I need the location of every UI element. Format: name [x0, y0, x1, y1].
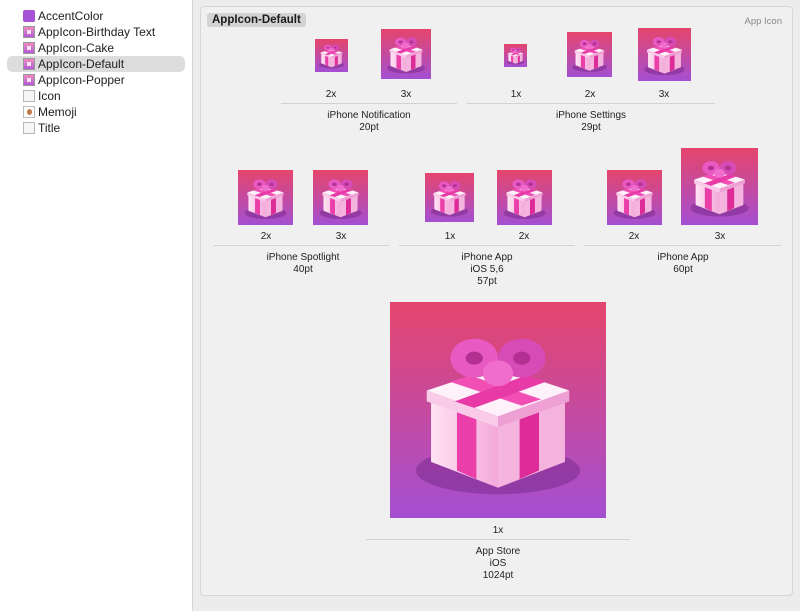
group-divider	[467, 103, 715, 104]
asset-editor: AppIcon-Default App Icon 2x 3x iPhone No…	[194, 0, 800, 611]
sidebar-item-label: AppIcon-Popper	[38, 73, 125, 87]
group-label-iphone-notification: iPhone Notification 20pt	[327, 110, 411, 133]
scale-label: 1x	[510, 89, 522, 100]
sidebar-item-label: Memoji	[38, 105, 77, 119]
sidebar-item-appicon-default[interactable]: AppIcon-Default	[7, 56, 185, 72]
app-icon-well-settings-2x[interactable]	[567, 32, 612, 77]
color-swatch-icon	[23, 10, 35, 22]
sidebar-item-label: AppIcon-Birthday Text	[38, 25, 156, 39]
set-title-badge: AppIcon-Default	[207, 13, 306, 27]
sidebar-item-appicon-cake[interactable]: AppIcon-Cake	[7, 40, 185, 56]
scale-label: 2x	[628, 231, 640, 242]
app-icon-well-notification-2x[interactable]	[315, 39, 348, 72]
app-icon-well-spotlight-2x[interactable]	[238, 170, 293, 225]
group-divider	[281, 103, 457, 104]
app-icon-well-spotlight-3x[interactable]	[313, 170, 368, 225]
app-icon-well-settings-1x[interactable]	[504, 44, 527, 67]
scale-label: 3x	[714, 231, 726, 242]
sidebar-item-memoji[interactable]: Memoji	[7, 104, 185, 120]
scale-label: 2x	[260, 231, 272, 242]
group-label-iphone-spotlight: iPhone Spotlight 40pt	[266, 252, 340, 275]
group-label-app-store: App Store iOS 1024pt	[475, 546, 521, 581]
group-label-iphone-settings: iPhone Settings 29pt	[555, 110, 627, 133]
gift-box-icon	[390, 302, 606, 518]
scale-label: 2x	[518, 231, 530, 242]
sidebar-item-title[interactable]: Title	[7, 120, 185, 136]
scale-label: 2x	[325, 89, 337, 100]
app-icon-set-icon	[23, 74, 35, 86]
gift-box-icon	[638, 28, 691, 81]
asset-catalog-sidebar: AccentColor AppIcon-Birthday Text AppIco…	[0, 0, 193, 611]
app-icon-well-notification-3x[interactable]	[381, 29, 431, 79]
gift-box-icon	[497, 170, 552, 225]
app-icon-well-app-2x[interactable]	[607, 170, 662, 225]
app-icon-set-panel: AppIcon-Default App Icon 2x 3x iPhone No…	[200, 6, 793, 596]
gift-box-icon	[238, 170, 293, 225]
sidebar-item-label: AppIcon-Default	[38, 57, 125, 71]
sidebar-item-appicon-popper[interactable]: AppIcon-Popper	[7, 72, 185, 88]
sidebar-item-label: AppIcon-Cake	[38, 41, 115, 55]
scale-label: 2x	[584, 89, 596, 100]
group-divider	[399, 245, 575, 246]
app-icon-set-icon	[23, 42, 35, 54]
scale-label: 1x	[444, 231, 456, 242]
gift-box-icon	[315, 39, 348, 72]
app-icon-well-app-store-1x[interactable]	[390, 302, 606, 518]
sidebar-item-icon[interactable]: Icon	[7, 88, 185, 104]
gift-box-icon	[681, 148, 758, 225]
gift-box-icon	[567, 32, 612, 77]
group-divider	[214, 245, 389, 246]
sidebar-item-accentcolor[interactable]: AccentColor	[7, 8, 185, 24]
image-set-icon	[23, 90, 35, 102]
sidebar-item-label: Icon	[38, 89, 61, 103]
gift-box-icon	[381, 29, 431, 79]
app-icon-set-icon	[23, 26, 35, 38]
gift-box-icon	[425, 173, 474, 222]
app-icon-well-app-ios56-1x[interactable]	[425, 173, 474, 222]
app-icon-set-icon	[23, 58, 35, 70]
app-icon-well-settings-3x[interactable]	[638, 28, 691, 81]
group-label-iphone-app: iPhone App 60pt	[657, 252, 709, 275]
gift-box-icon	[313, 170, 368, 225]
group-divider	[366, 539, 630, 540]
image-set-icon	[23, 122, 35, 134]
gift-box-icon	[504, 44, 527, 67]
scale-label: 1x	[492, 525, 504, 536]
scale-label: 3x	[658, 89, 670, 100]
app-icon-well-app-ios56-2x[interactable]	[497, 170, 552, 225]
gift-box-icon	[607, 170, 662, 225]
app-icon-well-app-3x[interactable]	[681, 148, 758, 225]
sidebar-item-label: Title	[38, 121, 61, 135]
group-label-iphone-app-ios56: iPhone App iOS 5,6 57pt	[461, 252, 513, 287]
sidebar-item-appicon-birthday-text[interactable]: AppIcon-Birthday Text	[7, 24, 185, 40]
memoji-image-icon	[23, 106, 35, 118]
scale-label: 3x	[335, 231, 347, 242]
group-divider	[584, 245, 781, 246]
set-type-label: App Icon	[744, 16, 783, 27]
sidebar-item-label: AccentColor	[38, 9, 104, 23]
scale-label: 3x	[400, 89, 412, 100]
